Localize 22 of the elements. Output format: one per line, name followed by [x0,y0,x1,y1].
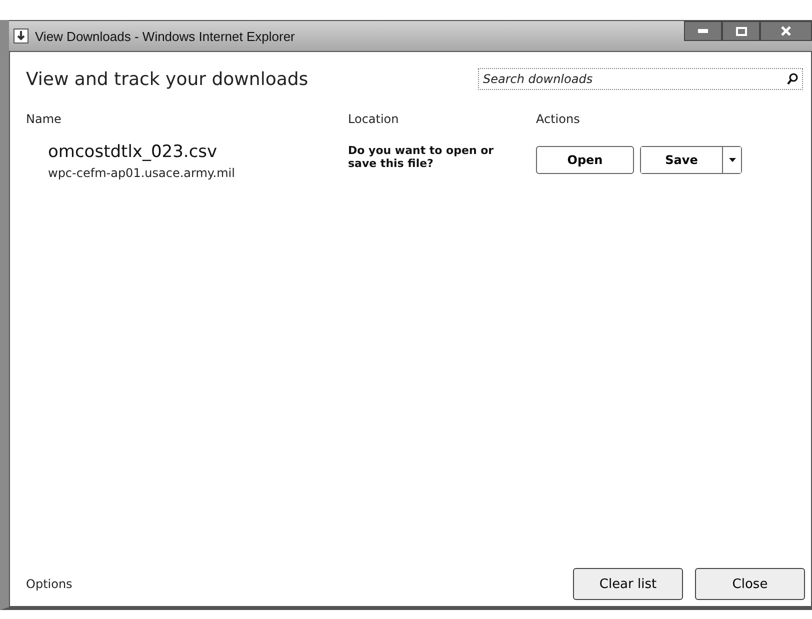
file-name: omcostdtlx_023.csv [48,142,218,162]
maximize-icon [736,26,746,36]
minimize-button[interactable] [684,21,722,41]
options-link[interactable]: Options [26,577,561,591]
page-heading: View and track your downloads [26,68,308,90]
open-button[interactable]: Open [536,146,634,174]
column-header: Actions [536,111,581,126]
source-address: wpc-cefm-ap01.usace.army.mil [48,166,236,180]
column-header: Name [26,111,62,126]
caret-icon [728,158,736,162]
search-field[interactable]: Search downloads [478,68,803,90]
window-title: View Downloads - Windows Internet Explorer [35,28,296,44]
maximize-button[interactable] [722,21,760,41]
column-header: Location [348,111,400,126]
close-icon [781,26,791,36]
search-icon [787,73,798,85]
download-prompt: Do you want to open or save this file? [348,143,495,172]
save-button[interactable]: Save [641,147,723,173]
close-button[interactable]: Close [695,568,805,600]
minimize-icon [698,29,708,33]
clear-list-button[interactable]: Clear list [573,568,683,600]
close-window-button[interactable] [760,21,812,41]
